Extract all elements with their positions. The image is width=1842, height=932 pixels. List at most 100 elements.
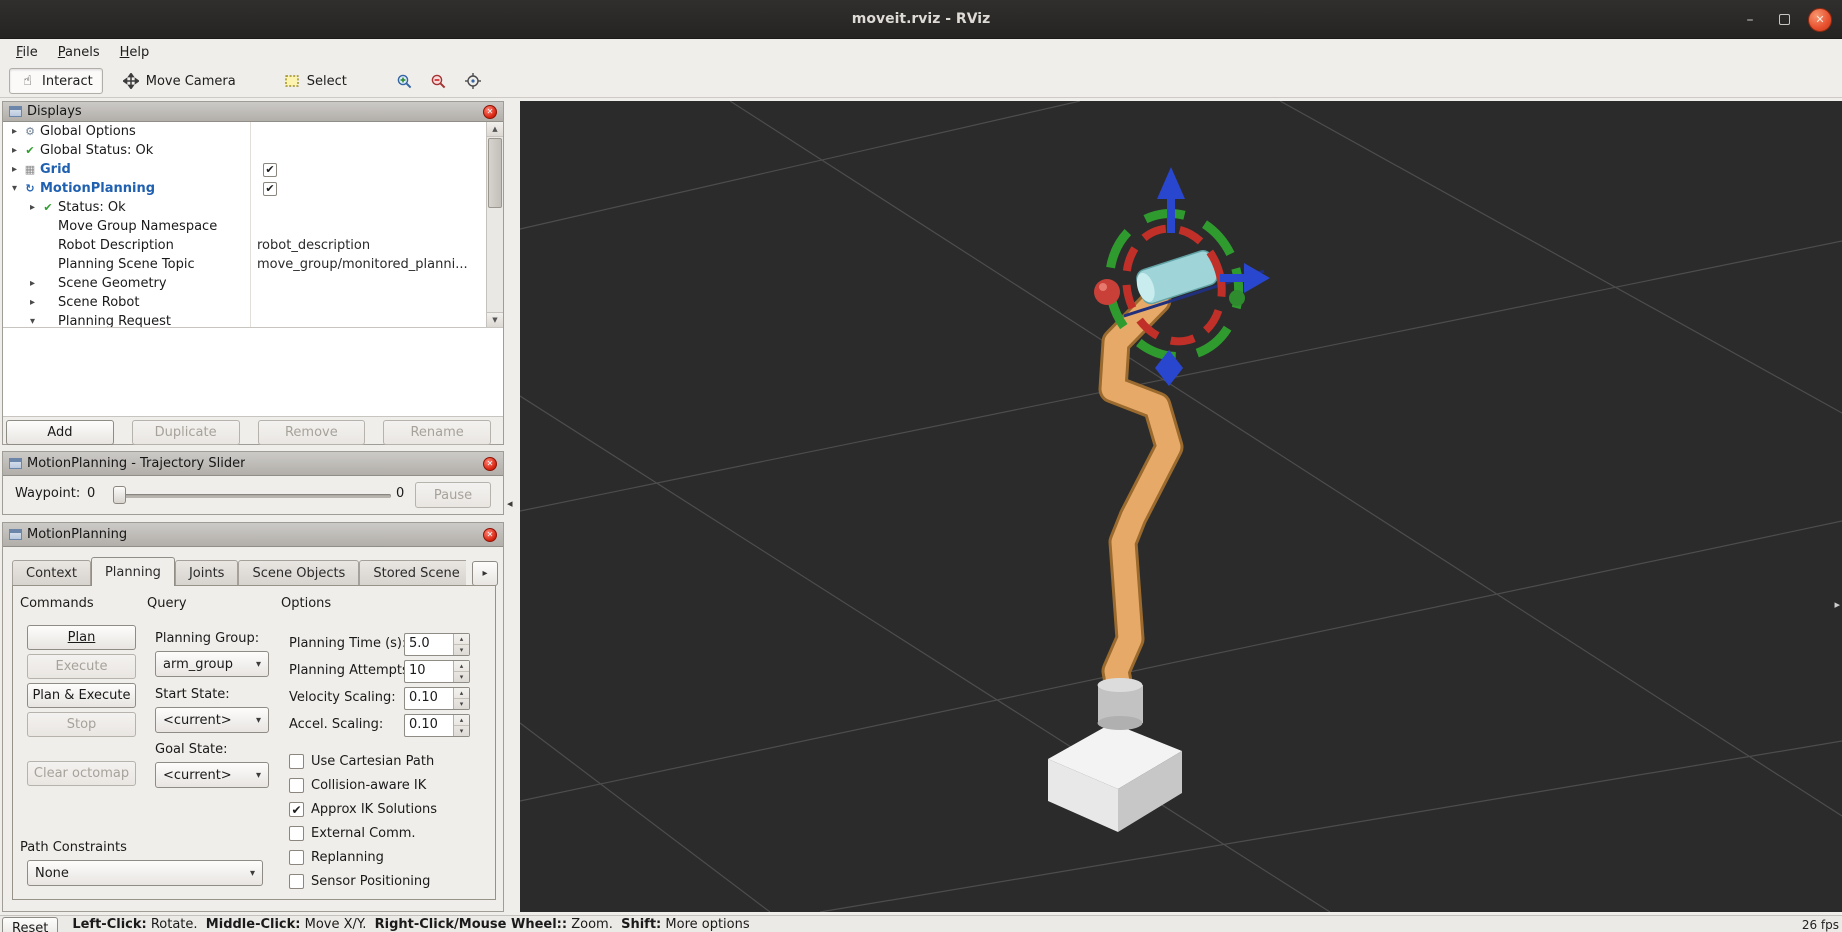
3d-scene-canvas[interactable] bbox=[520, 101, 1842, 912]
scroll-up-button[interactable]: ▲ bbox=[487, 122, 503, 137]
expander-icon[interactable]: ▾ bbox=[7, 179, 22, 198]
menu-item-help[interactable]: Help bbox=[110, 42, 160, 63]
spin-up-button[interactable]: ▴ bbox=[454, 661, 469, 672]
stop-button[interactable]: Stop bbox=[27, 712, 136, 737]
tree-row[interactable]: ▸ ✔ Global Status: Ok bbox=[3, 141, 486, 160]
spin-down-button[interactable]: ▾ bbox=[454, 645, 469, 655]
tree-scrollbar[interactable]: ▲ ▼ bbox=[486, 122, 503, 327]
sensor-positioning-checkbox[interactable] bbox=[289, 874, 304, 889]
tree-row[interactable]: Robot Description robot_description bbox=[3, 236, 486, 255]
menu-item-panels[interactable]: Panels bbox=[48, 42, 110, 63]
tree-row[interactable]: ▸ ⚙ Global Options bbox=[3, 122, 486, 141]
spin-down-button[interactable]: ▾ bbox=[454, 726, 469, 736]
spin-down-button[interactable]: ▾ bbox=[454, 672, 469, 682]
marker-handle-green-sphere[interactable] bbox=[1229, 290, 1245, 306]
tab-scroll-right-button[interactable]: ▸ bbox=[472, 561, 498, 586]
spin-up-button[interactable]: ▴ bbox=[454, 634, 469, 645]
scroll-thumb[interactable] bbox=[488, 138, 502, 208]
tree-row[interactable]: ▸ Scene Geometry bbox=[3, 274, 486, 293]
tree-row[interactable]: ▸ Scene Robot bbox=[3, 293, 486, 312]
planning-attempts-spinbox[interactable]: 10 ▴ ▾ bbox=[404, 660, 470, 683]
slider-handle[interactable] bbox=[113, 486, 126, 504]
expander-icon[interactable]: ▸ bbox=[25, 198, 40, 217]
collision-aware-ik-checkbox[interactable] bbox=[289, 778, 304, 793]
tab-planning[interactable]: Planning bbox=[90, 557, 175, 586]
expander-icon[interactable]: ▸ bbox=[7, 160, 22, 179]
slider-track[interactable] bbox=[113, 494, 391, 498]
clear-octomap-button[interactable]: Clear octomap bbox=[27, 761, 136, 786]
expander-icon[interactable]: ▸ bbox=[7, 141, 22, 160]
spin-up-button[interactable]: ▴ bbox=[454, 715, 469, 726]
titlebar[interactable]: moveit.rviz - RViz – ✕ bbox=[0, 0, 1842, 39]
expander-icon[interactable]: ▸ bbox=[25, 293, 40, 312]
display-enabled-checkbox[interactable]: ✔ bbox=[263, 162, 277, 177]
3d-viewport[interactable]: ▸ bbox=[520, 101, 1842, 912]
replanning-checkbox[interactable] bbox=[289, 850, 304, 865]
use-cartesian-path-checkbox[interactable] bbox=[289, 754, 304, 769]
motion-planning-panel-header[interactable]: MotionPlanning ✕ bbox=[3, 523, 503, 547]
tree-row[interactable]: ▾ ↻ MotionPlanning ✔ bbox=[3, 179, 486, 198]
accel-scaling-spinbox[interactable]: 0.10 ▴ ▾ bbox=[404, 714, 470, 737]
scroll-down-button[interactable]: ▼ bbox=[487, 312, 503, 327]
tree-row-value[interactable]: move_group/monitored_planni... bbox=[257, 255, 468, 274]
velocity-scaling-spinbox[interactable]: 0.10 ▴ ▾ bbox=[404, 687, 470, 710]
tree-row[interactable]: Move Group Namespace bbox=[3, 217, 486, 236]
external-comm-checkbox[interactable] bbox=[289, 826, 304, 841]
pause-button[interactable]: Pause bbox=[415, 482, 491, 508]
trajectory-slider[interactable] bbox=[113, 484, 391, 506]
tree-row[interactable]: Planning Scene Topic move_group/monitored… bbox=[3, 255, 486, 274]
tab-stored-scene[interactable]: Stored Scene bbox=[359, 560, 466, 585]
tree-row[interactable]: ▸ ✔ Status: Ok bbox=[3, 198, 486, 217]
arrow-right-head[interactable] bbox=[1244, 263, 1270, 293]
tab-scene-objects[interactable]: Scene Objects bbox=[238, 560, 360, 585]
select-tool-button[interactable]: Select bbox=[274, 68, 357, 94]
plan-button[interactable]: Plan bbox=[27, 625, 136, 650]
selected-value: <current> bbox=[163, 712, 232, 728]
display-enabled-checkbox[interactable]: ✔ bbox=[263, 181, 277, 196]
start-state-select[interactable]: <current> ▾ bbox=[155, 707, 269, 733]
splitter-left-arrow[interactable]: ◂ bbox=[507, 497, 513, 511]
tree-row-label: Global Options bbox=[40, 124, 136, 139]
tree-row-value[interactable]: robot_description bbox=[257, 236, 370, 255]
tree-row[interactable]: ▾ Planning Request bbox=[3, 312, 486, 327]
remove-button[interactable]: Remove bbox=[257, 420, 366, 445]
expander-icon[interactable]: ▸ bbox=[7, 122, 22, 141]
approx-ik-solutions-checkbox[interactable]: ✔ bbox=[289, 802, 304, 817]
zoom-out-tool-button[interactable] bbox=[427, 69, 451, 93]
expander-icon[interactable]: ▸ bbox=[25, 274, 40, 293]
tree-row[interactable]: ▸ ▦ Grid ✔ bbox=[3, 160, 486, 179]
splitter-right-arrow[interactable]: ▸ bbox=[1834, 598, 1840, 612]
arrow-up-shaft[interactable] bbox=[1167, 197, 1175, 233]
rename-button[interactable]: Rename bbox=[383, 420, 491, 445]
arrow-up-head[interactable] bbox=[1157, 167, 1185, 199]
trajectory-panel-header[interactable]: MotionPlanning - Trajectory Slider ✕ bbox=[3, 452, 503, 476]
focus-camera-tool-button[interactable] bbox=[461, 69, 485, 93]
planning-group-select[interactable]: arm_group ▾ bbox=[155, 651, 269, 677]
add-button[interactable]: Add bbox=[6, 420, 114, 445]
interact-tool-button[interactable]: ☝ Interact bbox=[9, 68, 103, 94]
spin-down-button[interactable]: ▾ bbox=[454, 699, 469, 709]
planning-time-s-spinbox[interactable]: 5.0 ▴ ▾ bbox=[404, 633, 470, 656]
expander-icon[interactable]: ▾ bbox=[25, 312, 40, 327]
execute-button[interactable]: Execute bbox=[27, 654, 136, 679]
tab-joints[interactable]: Joints bbox=[174, 560, 239, 585]
zoom-in-tool-button[interactable] bbox=[393, 69, 417, 93]
maximize-button[interactable] bbox=[1774, 10, 1794, 30]
panel-close-button[interactable]: ✕ bbox=[483, 104, 497, 119]
tab-context[interactable]: Context bbox=[12, 560, 91, 585]
panel-close-button[interactable]: ✕ bbox=[483, 456, 497, 471]
plan-execute-button[interactable]: Plan & Execute bbox=[27, 683, 136, 708]
reset-button[interactable]: Reset bbox=[2, 917, 59, 932]
goal-state-select[interactable]: <current> ▾ bbox=[155, 762, 269, 788]
spin-up-button[interactable]: ▴ bbox=[454, 688, 469, 699]
close-window-button[interactable]: ✕ bbox=[1808, 7, 1832, 32]
minimize-button[interactable]: – bbox=[1740, 10, 1760, 30]
duplicate-button[interactable]: Duplicate bbox=[131, 420, 240, 445]
arrow-right-shaft[interactable] bbox=[1220, 274, 1246, 282]
displays-panel-header[interactable]: Displays ✕ bbox=[3, 102, 503, 122]
move-camera-tool-button[interactable]: Move Camera bbox=[113, 68, 246, 94]
panel-close-button[interactable]: ✕ bbox=[483, 527, 497, 542]
path-constraints-select[interactable]: None ▾ bbox=[27, 860, 263, 886]
marker-handle-red-sphere[interactable] bbox=[1094, 279, 1120, 305]
menu-item-file[interactable]: File bbox=[6, 42, 48, 63]
